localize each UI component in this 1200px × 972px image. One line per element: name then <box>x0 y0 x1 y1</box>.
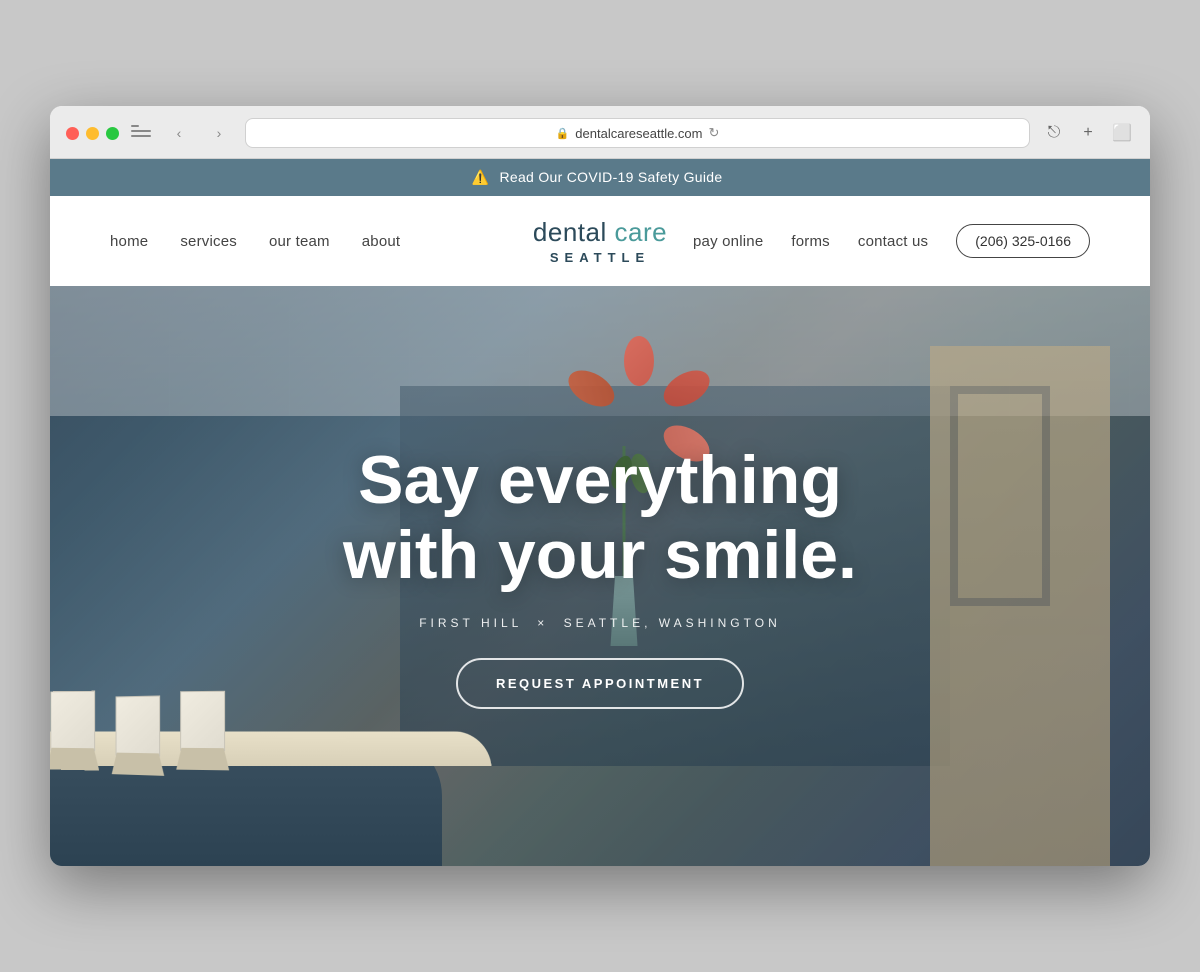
location-separator: × <box>537 616 548 630</box>
browser-chrome: ‹ › 🔒 dentalcareseattle.com ↻ ⎋ + ⬜ <box>50 106 1150 159</box>
logo-care: care <box>615 217 668 247</box>
traffic-lights <box>66 127 119 140</box>
close-button[interactable] <box>66 127 79 140</box>
warning-icon: ⚠️ <box>472 169 490 185</box>
logo-city: SEATTLE <box>533 250 667 265</box>
nav-our-team[interactable]: our team <box>269 233 330 250</box>
navigation: home services our team about dental care… <box>50 196 1150 286</box>
nav-phone[interactable]: (206) 325-0166 <box>956 224 1090 258</box>
browser-window: ‹ › 🔒 dentalcareseattle.com ↻ ⎋ + ⬜ ⚠️ R… <box>50 106 1150 866</box>
fullscreen-button[interactable] <box>106 127 119 140</box>
website: ⚠️ Read Our COVID-19 Safety Guide home s… <box>50 159 1150 866</box>
brochure-holders <box>50 691 225 756</box>
nav-forms[interactable]: forms <box>791 233 830 250</box>
hero-headline: Say everything with your smile. <box>343 443 857 593</box>
request-appointment-button[interactable]: REQUEST APPOINTMENT <box>456 658 744 709</box>
nav-about[interactable]: about <box>362 233 401 250</box>
cta-label: REQUEST APPOINTMENT <box>496 676 704 691</box>
brochure-2 <box>116 696 161 757</box>
logo-text: dental care <box>533 217 667 248</box>
nav-services[interactable]: services <box>180 233 237 250</box>
nav-left: home services our team about <box>110 233 400 250</box>
reload-icon[interactable]: ↻ <box>708 125 719 141</box>
covid-banner-text: Read Our COVID-19 Safety Guide <box>499 169 722 185</box>
hero-section: Say everything with your smile. FIRST HI… <box>50 286 1150 866</box>
nav-contact-us[interactable]: contact us <box>858 233 928 250</box>
hero-location: FIRST HILL × SEATTLE, WASHINGTON <box>343 616 857 630</box>
lock-icon: 🔒 <box>556 127 570 140</box>
headline-line2: with your smile. <box>343 517 857 593</box>
brochure-3 <box>180 691 225 751</box>
back-button[interactable]: ‹ <box>165 122 193 144</box>
location-prefix: FIRST HILL <box>419 616 522 630</box>
door-frame <box>950 386 1050 606</box>
brochure-1 <box>50 691 95 752</box>
new-tab-button[interactable]: + <box>1076 121 1100 145</box>
browser-actions: ⎋ + ⬜ <box>1042 121 1134 145</box>
nav-right: pay online forms contact us (206) 325-01… <box>693 224 1090 258</box>
covid-banner[interactable]: ⚠️ Read Our COVID-19 Safety Guide <box>50 159 1150 196</box>
nav-pay-online[interactable]: pay online <box>693 233 763 250</box>
sidebar-toggle-icon[interactable] <box>131 125 151 141</box>
nav-bar: home services our team about dental care… <box>50 196 1150 286</box>
logo-dental: dental <box>533 217 615 247</box>
headline-line1: Say everything <box>358 442 842 518</box>
windows-button[interactable]: ⬜ <box>1110 121 1134 145</box>
minimize-button[interactable] <box>86 127 99 140</box>
forward-button[interactable]: › <box>205 122 233 144</box>
share-button[interactable]: ⎋ <box>1042 121 1066 145</box>
address-bar[interactable]: 🔒 dentalcareseattle.com ↻ <box>245 118 1030 148</box>
site-logo[interactable]: dental care SEATTLE <box>533 217 667 265</box>
door-area <box>930 346 1110 866</box>
nav-home[interactable]: home <box>110 233 148 250</box>
url-text: dentalcareseattle.com <box>575 126 702 141</box>
location-suffix: SEATTLE, WASHINGTON <box>564 616 781 630</box>
hero-content: Say everything with your smile. FIRST HI… <box>303 443 897 710</box>
